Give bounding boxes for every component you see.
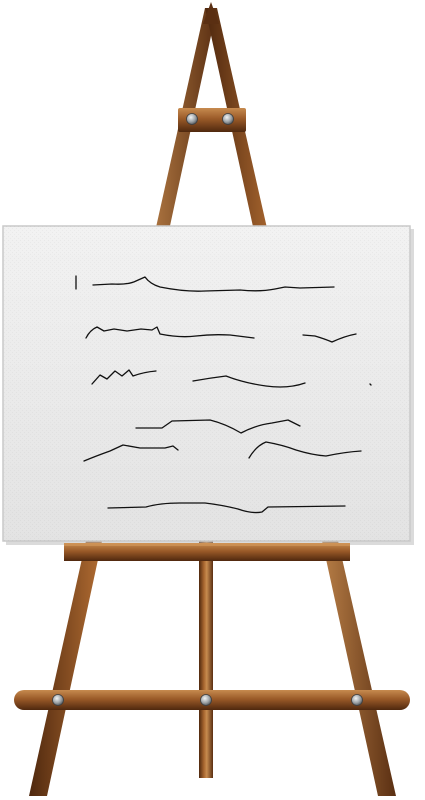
top-crossbar-bolt-right xyxy=(222,113,234,125)
easel-drawing xyxy=(2,2,414,796)
top-crossbar-bolt-left xyxy=(186,113,198,125)
easel-scene xyxy=(0,0,425,800)
bottom-crossbar-bolt-left xyxy=(52,694,64,706)
bottom-crossbar-bolt-right xyxy=(351,694,363,706)
bottom-crossbar-bolt-center xyxy=(200,694,212,706)
painting-canvas xyxy=(2,225,414,545)
easel-bottom-crossbar xyxy=(14,690,410,710)
easel-center-leg xyxy=(199,540,213,778)
